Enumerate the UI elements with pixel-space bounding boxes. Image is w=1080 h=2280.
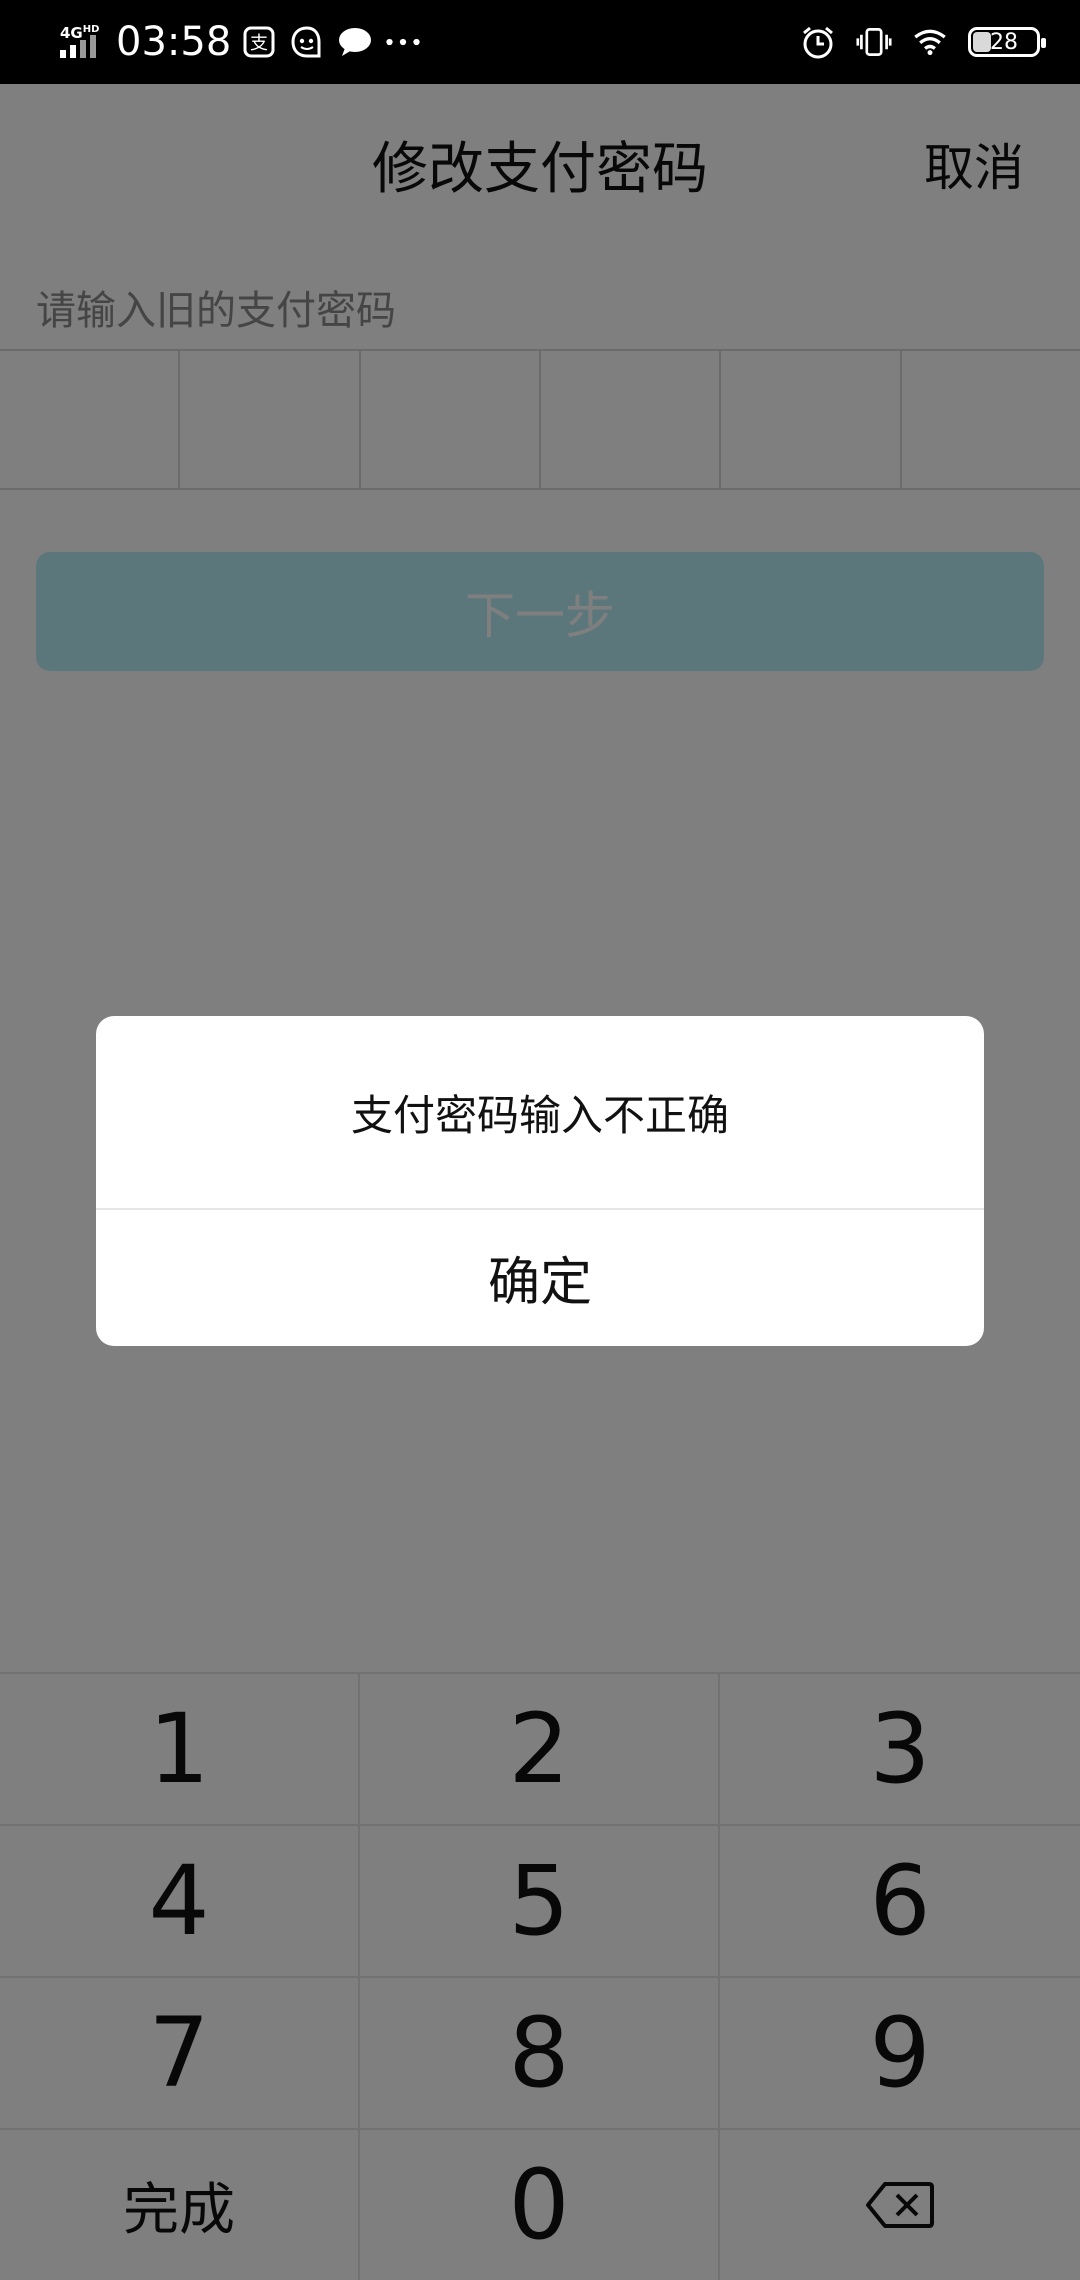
status-time: 03:58: [116, 19, 232, 65]
screen: 4GHD 03:58 支 28 支付密码输入不正确 确定: [0, 0, 1080, 2280]
dialog-message: 支付密码输入不正确: [96, 1016, 984, 1210]
qq-icon: [289, 24, 325, 60]
vibrate-icon: [856, 24, 892, 60]
alipay-icon: 支: [241, 24, 277, 60]
more-dots-icon: [385, 24, 421, 60]
status-bar: 4GHD 03:58 支 28: [0, 0, 1080, 84]
cellular-signal-icon: 4GHD: [58, 12, 108, 72]
wifi-icon: [912, 24, 948, 60]
alarm-icon: [800, 24, 836, 60]
battery-icon: 28: [968, 27, 1046, 57]
error-dialog: 支付密码输入不正确 确定: [96, 1016, 984, 1346]
battery-level: 28: [990, 29, 1018, 55]
chat-bubble-icon: [337, 24, 373, 60]
confirm-button[interactable]: 确定: [96, 1210, 984, 1344]
svg-text:支: 支: [250, 33, 268, 54]
